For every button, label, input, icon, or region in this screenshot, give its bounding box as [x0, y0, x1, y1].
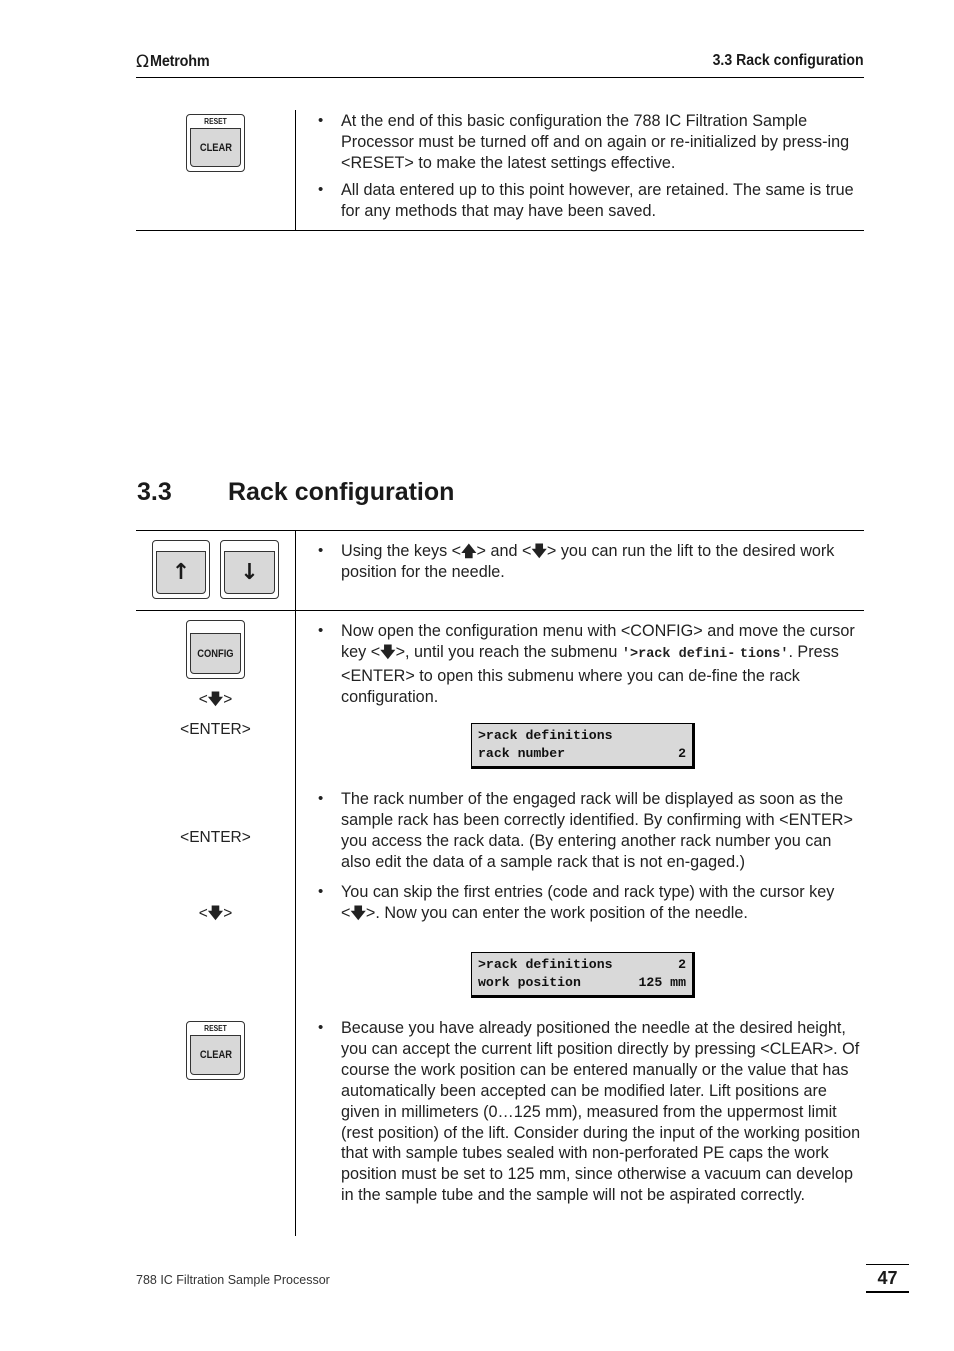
- page-rule: [866, 1291, 909, 1293]
- reset-clear-key: RESET CLEAR: [186, 1021, 245, 1080]
- page-number-box: 47: [866, 1264, 909, 1293]
- side-key-down: <🡇>: [136, 903, 295, 928]
- lcd-line-1: >rack definitions: [478, 957, 613, 972]
- key-top-label: RESET: [204, 117, 227, 126]
- config-key: CONFIG: [186, 620, 245, 679]
- omega-logo-icon: Ω: [136, 51, 149, 72]
- key-main-label: CLEAR: [199, 141, 232, 154]
- table-divider: [295, 110, 296, 230]
- arrow-down-icon: 🡇: [380, 642, 396, 661]
- table-rule: [136, 610, 864, 611]
- reset-clear-key: RESET CLEAR: [186, 114, 245, 172]
- bullet-item: Because you have already positioned the …: [318, 1018, 863, 1206]
- header-rule: [136, 77, 864, 78]
- bullet-list: At the end of this basic configuration t…: [318, 111, 863, 228]
- side-key-enter: <ENTER>: [180, 721, 251, 738]
- page-number: 47: [877, 1268, 898, 1288]
- arrow-down-icon: 🡇: [207, 690, 224, 708]
- key-main-label: CLEAR: [199, 1049, 232, 1061]
- logo-text: Metrohm: [150, 53, 210, 70]
- text: >: [223, 905, 233, 922]
- bullet-list: Because you have already positioned the …: [318, 1018, 863, 1212]
- table-rule: [136, 230, 864, 231]
- bullet-list: The rack number of the engaged rack will…: [318, 789, 863, 929]
- side-key-down: <🡇>: [136, 689, 295, 714]
- section-number: 3.3: [137, 478, 172, 506]
- running-header-title: 3.3 Rack configuration: [712, 52, 864, 69]
- menu-path: tions': [739, 646, 789, 662]
- up-arrow-key: ↑: [152, 540, 210, 599]
- text: > and <: [476, 542, 532, 560]
- metrohm-logo: Ω Metrohm: [136, 52, 216, 72]
- arrow-down-icon: 🡇: [207, 904, 224, 922]
- arrow-down-icon: 🡇: [350, 903, 366, 922]
- section-title: Rack configuration: [228, 478, 455, 506]
- key-main-label: CONFIG: [197, 647, 234, 660]
- text: <: [198, 905, 208, 922]
- lcd-value-2: 2: [678, 746, 686, 761]
- text: >, until you reach the submenu: [395, 642, 622, 661]
- down-arrow-key: ↓: [220, 540, 279, 599]
- bullet-item: At the end of this basic configuration t…: [318, 111, 863, 174]
- bullet-item: The rack number of the engaged rack will…: [318, 789, 863, 873]
- bullet-item: You can skip the first entries (code and…: [318, 882, 863, 924]
- lcd-line-2: rack number: [478, 746, 566, 761]
- menu-path: '>rack defini-: [621, 646, 736, 662]
- arrow-up-icon: ↑: [171, 559, 191, 585]
- side-key-enter: <ENTER>: [180, 829, 251, 846]
- arrow-down-icon: ↓: [240, 559, 259, 585]
- text: >. Now you can enter the work position o…: [365, 903, 748, 922]
- footer-product-name: 788 IC Filtration Sample Processor: [136, 1273, 330, 1287]
- text: >: [223, 691, 233, 708]
- text: <: [198, 691, 208, 708]
- bullet-item: All data entered up to this point howeve…: [318, 180, 863, 222]
- bullet-list: Now open the configuration menu with <CO…: [318, 621, 863, 714]
- arrow-down-icon: 🡇: [531, 542, 547, 560]
- lcd-line-2: work position: [478, 975, 581, 990]
- lcd-display: >rack definitions rack number 2: [471, 723, 695, 769]
- lcd-value-1: 2: [678, 957, 686, 972]
- table-divider: [295, 530, 296, 1236]
- text: Using the keys <: [341, 542, 462, 560]
- table-rule: [136, 530, 864, 531]
- lcd-line-1: >rack definitions: [478, 728, 613, 743]
- arrow-up-icon: 🡅: [461, 542, 477, 560]
- lcd-value-2: 125 mm: [638, 975, 686, 990]
- lcd-display: >rack definitions 2 work position 125 mm: [471, 952, 695, 998]
- key-top-label: RESET: [204, 1024, 227, 1033]
- bullet-list: Using the keys <🡅> and <🡇> you can run t…: [318, 541, 863, 589]
- bullet-item: Using the keys <🡅> and <🡇> you can run t…: [318, 541, 863, 583]
- bullet-item: Now open the configuration menu with <CO…: [318, 621, 863, 708]
